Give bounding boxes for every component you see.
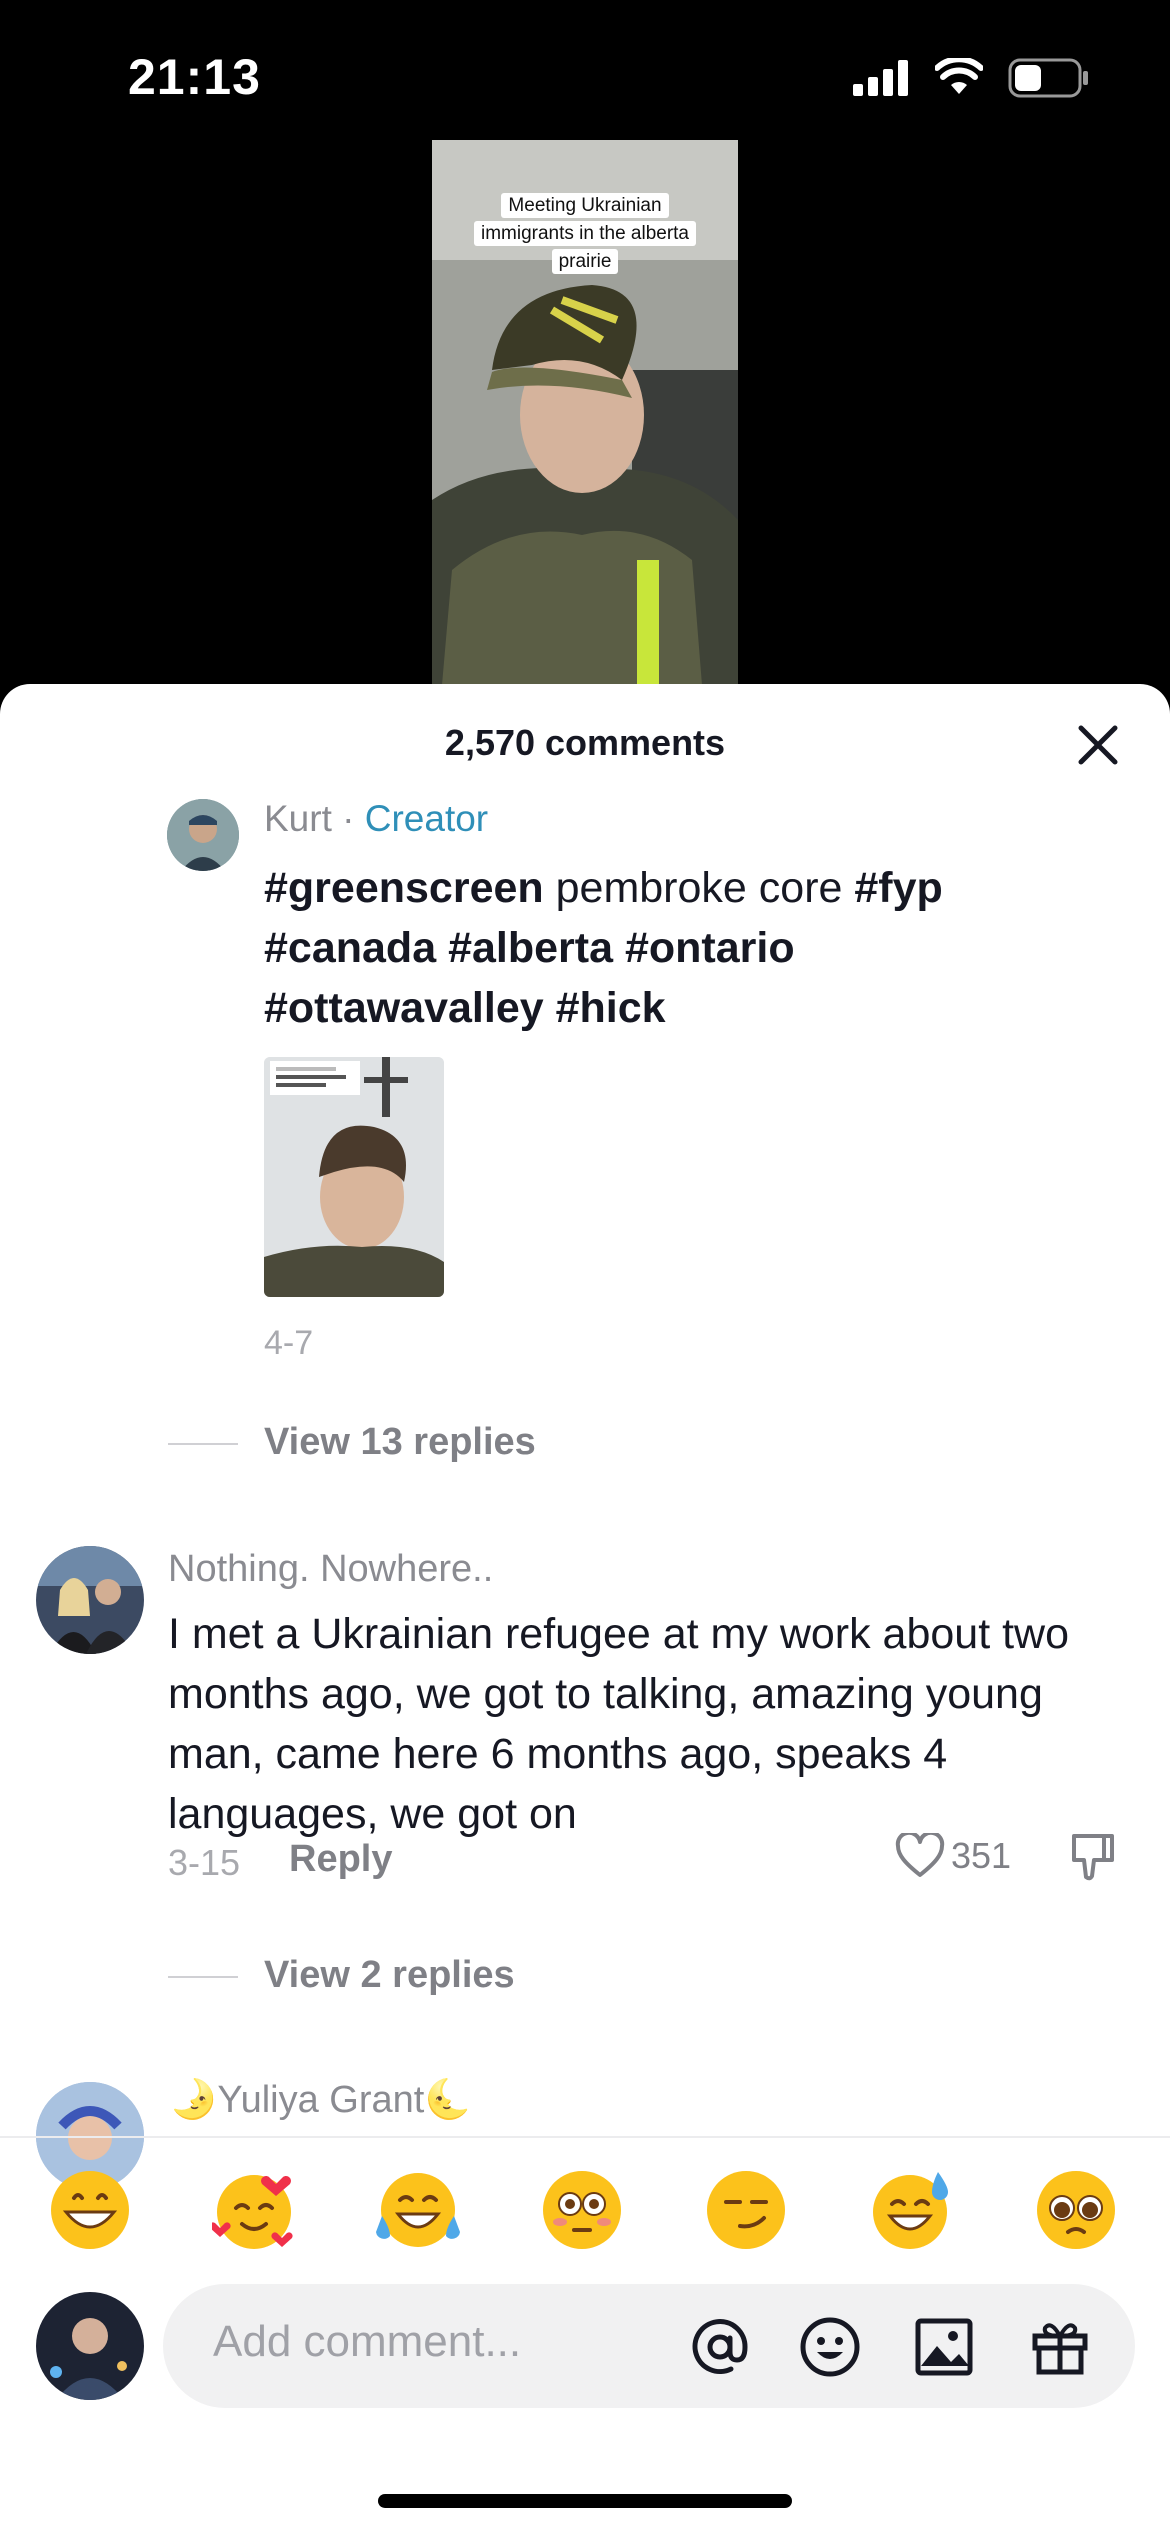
- smiling-hearts-emoji-icon[interactable]: [212, 2168, 296, 2252]
- creator-username[interactable]: Kurt: [264, 798, 332, 839]
- video-preview[interactable]: Meeting Ukrainian immigrants in the albe…: [432, 140, 738, 685]
- like-count: 351: [951, 1835, 1012, 1876]
- view-replies-button[interactable]: View 13 replies: [168, 1421, 536, 1464]
- comment-text-segment: pembroke core: [543, 864, 855, 912]
- my-avatar[interactable]: [36, 2292, 144, 2400]
- tears-of-joy-emoji-icon[interactable]: [376, 2168, 460, 2252]
- user-avatar[interactable]: [36, 1546, 144, 1654]
- comments-sheet: 2,570 comments Kurt · Creator #greenscre…: [0, 684, 1170, 2532]
- smirk-emoji-icon[interactable]: [704, 2168, 788, 2252]
- mention-icon[interactable]: [689, 2316, 751, 2378]
- like-button[interactable]: 351: [895, 1830, 1011, 1882]
- hashtag-link[interactable]: #hick: [556, 984, 666, 1032]
- creator-badge: Creator: [364, 798, 489, 839]
- comment-input[interactable]: Add comment...: [163, 2284, 1135, 2408]
- view-replies-button[interactable]: View 2 replies: [168, 1954, 515, 1997]
- cellular-signal-icon: [853, 60, 908, 96]
- avatar-image: [36, 2292, 144, 2400]
- hashtag-link[interactable]: #greenscreen: [264, 864, 544, 912]
- username-separator: ·: [331, 798, 365, 839]
- creator-username-line: Kurt · Creator: [264, 798, 488, 840]
- emoji-icon[interactable]: [799, 2316, 861, 2378]
- emoji-quick-bar: [0, 2136, 1170, 2268]
- comment-video-attachment[interactable]: [264, 1057, 444, 1297]
- video-caption: Meeting Ukrainian immigrants in the albe…: [460, 192, 710, 276]
- hashtag-link[interactable]: #ontario: [625, 924, 795, 972]
- comment-text-segment: [613, 924, 625, 972]
- battery-icon: [1008, 58, 1088, 98]
- creator-comment-text: #greenscreen pembroke core #fyp #canada …: [264, 858, 1084, 1038]
- gift-icon[interactable]: [1029, 2316, 1091, 2378]
- comment-input-placeholder: Add comment...: [213, 2317, 522, 2366]
- comment-date: 3-15: [168, 1842, 241, 1883]
- attachment-thumbnail: [264, 1057, 444, 1297]
- hashtag-link[interactable]: #alberta: [448, 924, 613, 972]
- comments-count-title: 2,570 comments: [444, 722, 726, 763]
- comment-username[interactable]: Nothing. Nowhere..: [168, 1548, 493, 1591]
- close-icon[interactable]: [1075, 722, 1121, 768]
- comment-input-row: Add comment...: [0, 2284, 1170, 2434]
- comment-text-segment: [544, 984, 556, 1032]
- dislike-icon[interactable]: [1070, 1830, 1116, 1882]
- home-indicator: [378, 2494, 792, 2508]
- comment-text-segment: [436, 924, 448, 972]
- status-time: 21:13: [128, 49, 261, 105]
- hashtag-link[interactable]: #ottawavalley: [264, 984, 544, 1032]
- avatar-image: [36, 1546, 144, 1654]
- sweat-smile-emoji-icon[interactable]: [868, 2168, 952, 2252]
- grinning-emoji-icon[interactable]: [48, 2168, 132, 2252]
- creator-avatar[interactable]: [167, 799, 239, 871]
- flushed-emoji-icon[interactable]: [540, 2168, 624, 2252]
- comment-text: I met a Ukrainian refugee at my work abo…: [168, 1610, 1070, 1838]
- creator-comment-date: 4-7: [264, 1324, 314, 1362]
- pleading-emoji-icon[interactable]: [1034, 2168, 1118, 2252]
- image-icon[interactable]: [913, 2316, 975, 2378]
- wifi-icon: [935, 58, 983, 94]
- hashtag-link[interactable]: #canada: [264, 924, 436, 972]
- comment-username[interactable]: 🌛Yuliya Grant🌜: [170, 2078, 472, 2122]
- heart-icon: [895, 1833, 945, 1877]
- reply-button[interactable]: Reply: [289, 1838, 392, 1881]
- avatar-image: [167, 799, 239, 871]
- hashtag-link[interactable]: #fyp: [854, 864, 942, 912]
- status-bar: 21:13: [0, 0, 1170, 150]
